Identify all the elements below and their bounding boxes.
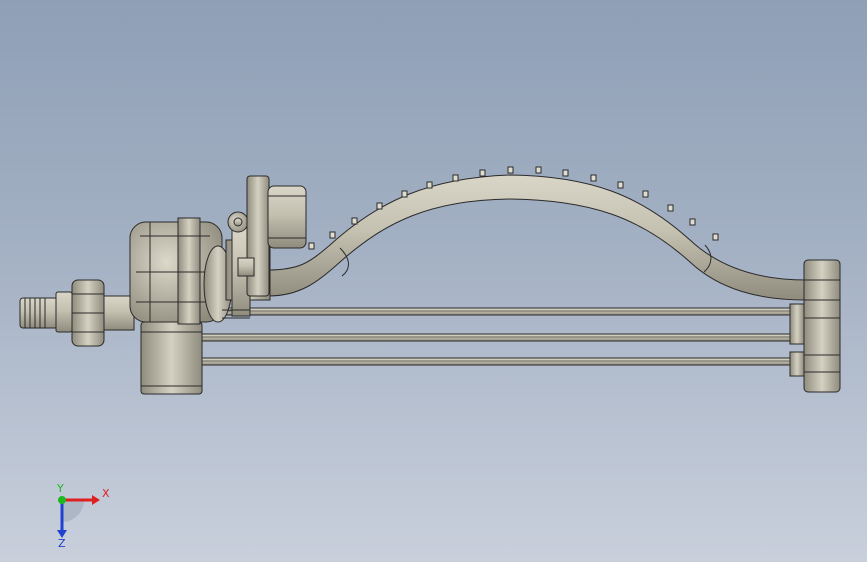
hose-connector	[19, 297, 59, 329]
y-axis-dot	[58, 496, 66, 504]
coordinate-triad: X Y Z	[40, 478, 120, 550]
left-foot	[140, 321, 203, 395]
triad-svg: X Y Z	[56, 482, 110, 550]
oscillating-sprinkler-model[interactable]	[0, 0, 867, 562]
x-axis-label: X	[102, 487, 110, 500]
z-axis-label: Z	[58, 537, 66, 548]
spray-tube	[267, 174, 807, 301]
cad-viewport[interactable]: X Y Z	[0, 0, 867, 562]
triad-plane	[62, 500, 84, 522]
y-axis-label: Y	[56, 482, 64, 495]
x-axis-arrow	[92, 495, 100, 505]
